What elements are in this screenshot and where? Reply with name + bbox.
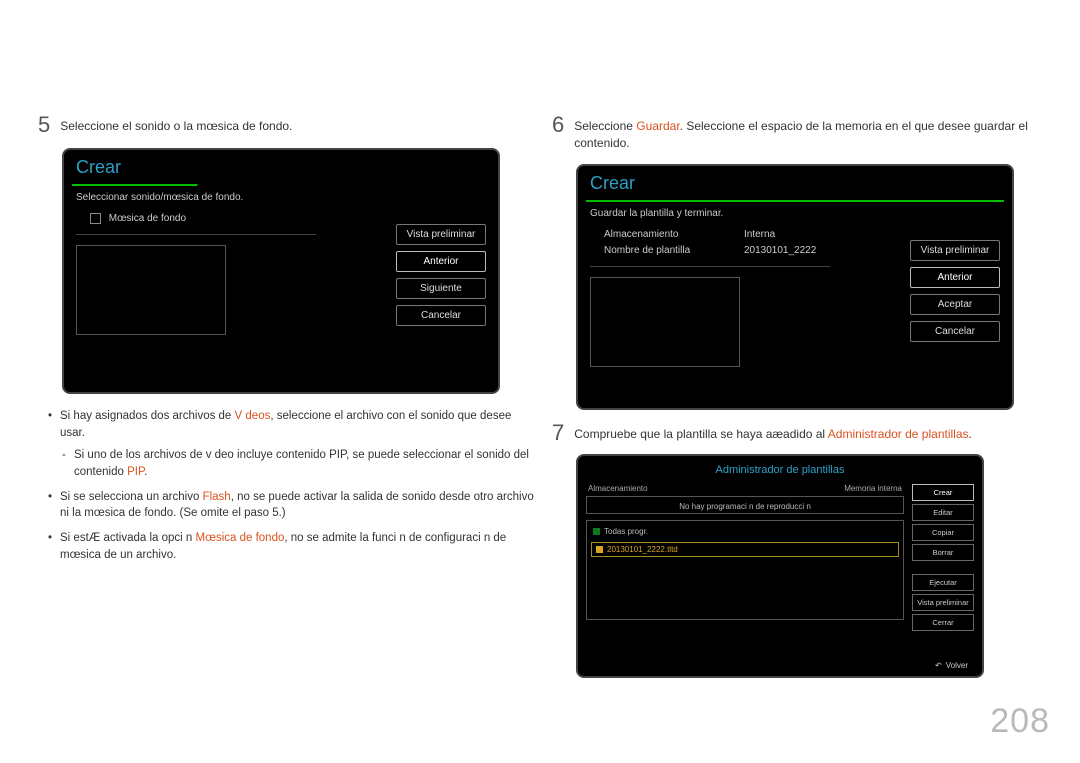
previous-button[interactable]: Anterior	[910, 267, 1000, 288]
delete-button[interactable]: Borrar	[912, 544, 974, 561]
list-item[interactable]: Todas progr.	[591, 525, 899, 538]
admin-storage-row: Almacenamiento Memoria interna	[586, 484, 904, 493]
step-text: Seleccione el sonido o la mœsica de fond…	[60, 116, 292, 135]
divider	[76, 234, 316, 235]
page-number: 208	[990, 702, 1050, 741]
previous-button[interactable]: Anterior	[396, 251, 486, 272]
left-column: 5 Seleccione el sonido o la mœsica de fo…	[38, 116, 536, 678]
right-column: 6 Seleccione Guardar. Seleccione el espa…	[552, 116, 1050, 678]
admin-list: Todas progr. 20130101_2222.tltd	[586, 520, 904, 620]
return-icon: ↶	[935, 661, 942, 670]
return-button[interactable]: ↶Volver	[935, 661, 968, 670]
step-5: 5 Seleccione el sonido o la mœsica de fo…	[38, 116, 536, 136]
panel-title: Crear	[68, 154, 494, 184]
checkbox-icon[interactable]	[90, 213, 101, 224]
cancel-button[interactable]: Cancelar	[910, 321, 1000, 342]
panel-subtitle: Guardar la plantilla y terminar.	[590, 208, 902, 219]
preview-button[interactable]: Vista preliminar	[912, 594, 974, 611]
cancel-button[interactable]: Cancelar	[396, 305, 486, 326]
checkbox-label: Mœsica de fondo	[109, 213, 186, 224]
folder-icon	[593, 528, 600, 535]
note-item: Si estÆ activada la opci n Mœsica de fon…	[60, 530, 536, 563]
progress-line	[72, 184, 490, 186]
admin-panel: Administrador de plantillas Almacenamien…	[576, 454, 984, 678]
copy-button[interactable]: Copiar	[912, 524, 974, 541]
preview-button[interactable]: Vista preliminar	[910, 240, 1000, 261]
step-7: 7 Compruebe que la plantilla se haya aæa…	[552, 424, 1050, 444]
file-icon	[596, 546, 603, 553]
close-button[interactable]: Cerrar	[912, 614, 974, 631]
step-text: Seleccione Guardar. Seleccione el espaci…	[574, 116, 1050, 152]
step-number: 6	[552, 114, 564, 136]
step-text: Compruebe que la plantilla se haya aæadi…	[574, 424, 972, 443]
edit-button[interactable]: Editar	[912, 504, 974, 521]
panel-title: Crear	[582, 170, 1008, 200]
preview-thumb	[590, 277, 740, 367]
progress-line	[586, 200, 1004, 202]
divider	[590, 266, 830, 267]
run-button[interactable]: Ejecutar	[912, 574, 974, 591]
step-number: 7	[552, 422, 564, 444]
template-name-row: Nombre de plantilla 20130101_2222	[604, 245, 902, 256]
step-number: 5	[38, 114, 50, 136]
preview-button[interactable]: Vista preliminar	[396, 224, 486, 245]
admin-msg: No hay programaci n de reproducci n	[586, 496, 904, 514]
storage-row: Almacenamiento Interna	[604, 229, 902, 240]
panel-subtitle: Seleccionar sonido/mœsica de fondo.	[76, 192, 388, 203]
step-6: 6 Seleccione Guardar. Seleccione el espa…	[552, 116, 1050, 152]
note-item: Si se selecciona un archivo Flash, no se…	[60, 489, 536, 522]
admin-title: Administrador de plantillas	[586, 464, 974, 476]
note-item: Si hay asignados dos archivos de V deos,…	[60, 408, 536, 481]
accept-button[interactable]: Aceptar	[910, 294, 1000, 315]
preview-thumb	[76, 245, 226, 335]
next-button[interactable]: Siguiente	[396, 278, 486, 299]
notes-list: Si hay asignados dos archivos de V deos,…	[38, 408, 536, 563]
note-subitem: Si uno de los archivos de v deo incluye …	[74, 447, 536, 480]
crear-panel-step5: Crear Seleccionar sonido/mœsica de fondo…	[62, 148, 500, 394]
create-button[interactable]: Crear	[912, 484, 974, 501]
list-item-selected[interactable]: 20130101_2222.tltd	[591, 542, 899, 557]
crear-panel-step6: Crear Guardar la plantilla y terminar. A…	[576, 164, 1014, 410]
